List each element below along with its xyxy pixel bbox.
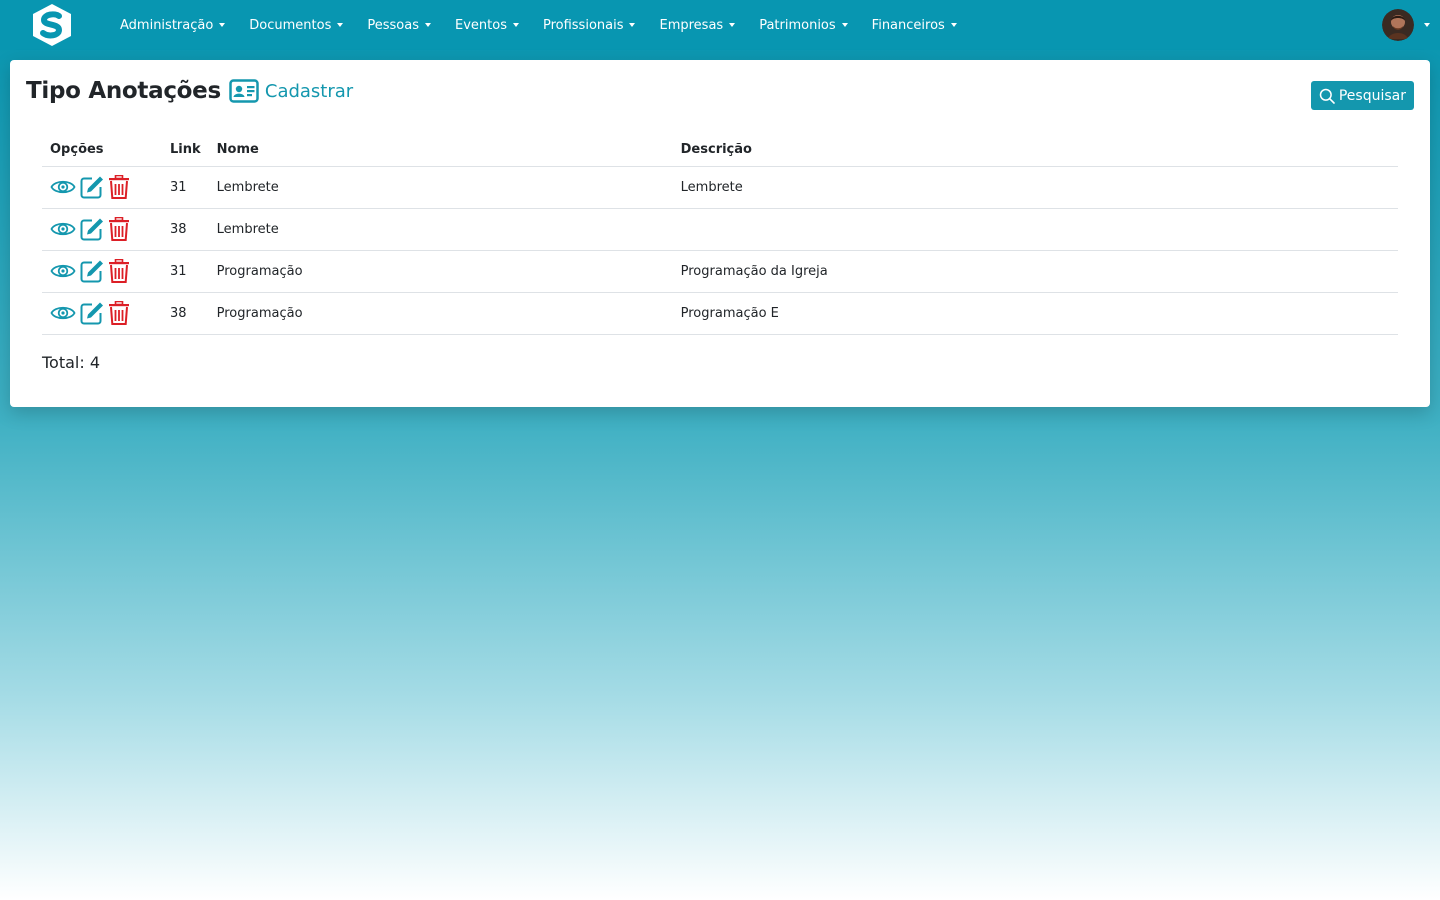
user-menu-toggle[interactable] — [1382, 9, 1430, 41]
eye-icon — [50, 306, 76, 320]
view-button[interactable] — [50, 177, 76, 197]
caret-down-icon — [729, 23, 736, 27]
caret-down-icon — [841, 23, 848, 27]
cell-link: 31 — [162, 166, 209, 209]
cell-descricao: Programação da Igreja — [672, 250, 1398, 293]
cell-descricao: Lembrete — [672, 166, 1398, 209]
column-header-link[interactable]: Link — [162, 134, 209, 167]
search-button[interactable]: Pesquisar — [1310, 81, 1414, 110]
create-label: Cadastrar — [264, 80, 354, 102]
id-card-icon — [229, 79, 259, 103]
cell-nome: Lembrete — [208, 166, 673, 209]
caret-down-icon — [425, 23, 431, 27]
nav-item-label: Empresas — [659, 17, 724, 33]
cell-nome: Lembrete — [208, 208, 673, 251]
edit-button[interactable] — [80, 301, 104, 325]
page-title: Tipo Anotações — [26, 78, 221, 104]
nav-item-financeiros[interactable]: Financeiros — [860, 18, 969, 33]
trash-icon — [109, 301, 129, 325]
nav-item-label: Eventos — [455, 17, 507, 33]
caret-down-icon — [512, 23, 519, 27]
table-header-row: Opções Link Nome Descrição — [42, 134, 1398, 167]
delete-button[interactable] — [108, 175, 130, 199]
row-options — [42, 250, 162, 293]
row-options — [42, 166, 162, 209]
table-row: 38 Lembrete — [42, 208, 1398, 251]
nav-item-documentos[interactable]: Documentos — [237, 18, 355, 33]
nav-item-empresas[interactable]: Empresas — [647, 18, 747, 33]
search-label: Pesquisar — [1338, 87, 1406, 104]
column-header-nome[interactable]: Nome — [208, 134, 673, 167]
trash-icon — [109, 259, 129, 283]
total-count: Total: 4 — [42, 353, 101, 372]
nav-item-profissionais[interactable]: Profissionais — [531, 18, 648, 33]
nav-item-label: Documentos — [249, 17, 332, 33]
trash-icon — [109, 175, 129, 199]
eye-icon — [50, 180, 76, 194]
main-menu: Administração Documentos Pessoas Eventos… — [108, 0, 969, 50]
row-options — [42, 208, 162, 251]
records-table: Opções Link Nome Descrição 31 Lembrete L… — [42, 134, 1398, 335]
cell-nome: Programação — [208, 250, 673, 293]
page-header: Tipo Anotações Cadastrar — [26, 76, 353, 106]
content-card: Tipo Anotações Cadastrar Pesquisar Opçõe… — [10, 60, 1430, 407]
create-button[interactable]: Cadastrar — [229, 79, 353, 103]
edit-icon — [80, 176, 103, 199]
caret-down-icon — [1424, 23, 1430, 27]
edit-icon — [80, 302, 103, 325]
view-button[interactable] — [50, 261, 76, 281]
table-row: 38 Programação Programação E — [42, 292, 1398, 335]
caret-down-icon — [950, 23, 957, 27]
edit-icon — [80, 260, 103, 283]
table-row: 31 Programação Programação da Igreja — [42, 250, 1398, 293]
cell-link: 31 — [162, 250, 209, 293]
eye-icon — [50, 222, 76, 236]
delete-button[interactable] — [108, 301, 130, 325]
edit-icon — [80, 218, 103, 241]
caret-down-icon — [337, 23, 344, 27]
edit-button[interactable] — [80, 259, 104, 283]
nav-item-patrimonios[interactable]: Patrimonios — [747, 18, 859, 33]
cell-descricao — [672, 208, 1398, 251]
delete-button[interactable] — [108, 217, 130, 241]
table-row: 31 Lembrete Lembrete — [42, 166, 1398, 209]
column-header-options: Opções — [42, 134, 162, 167]
cell-nome: Programação — [208, 292, 673, 335]
delete-button[interactable] — [108, 259, 130, 283]
row-options — [42, 292, 162, 335]
search-icon — [1319, 88, 1335, 104]
trash-icon — [109, 217, 129, 241]
avatar — [1382, 9, 1414, 41]
nav-item-label: Patrimonios — [759, 17, 836, 33]
nav-item-label: Administração — [120, 17, 214, 33]
cell-descricao: Programação E — [672, 292, 1398, 335]
caret-down-icon — [629, 23, 636, 27]
eye-icon — [50, 264, 76, 278]
nav-item-label: Profissionais — [542, 17, 624, 33]
cell-link: 38 — [162, 292, 209, 335]
cell-link: 38 — [162, 208, 209, 251]
edit-button[interactable] — [80, 175, 104, 199]
nav-item-administracao[interactable]: Administração — [108, 18, 237, 33]
nav-item-eventos[interactable]: Eventos — [443, 18, 531, 33]
view-button[interactable] — [50, 303, 76, 323]
view-button[interactable] — [50, 219, 76, 239]
top-navbar: Administração Documentos Pessoas Eventos… — [0, 0, 1440, 50]
caret-down-icon — [219, 23, 226, 27]
edit-button[interactable] — [80, 217, 104, 241]
nav-item-label: Financeiros — [871, 17, 945, 33]
app-logo[interactable] — [29, 3, 75, 47]
nav-item-label: Pessoas — [367, 17, 419, 33]
nav-item-pessoas[interactable]: Pessoas — [355, 18, 443, 33]
logo-icon — [33, 4, 71, 46]
column-header-descricao[interactable]: Descrição — [672, 134, 1398, 167]
